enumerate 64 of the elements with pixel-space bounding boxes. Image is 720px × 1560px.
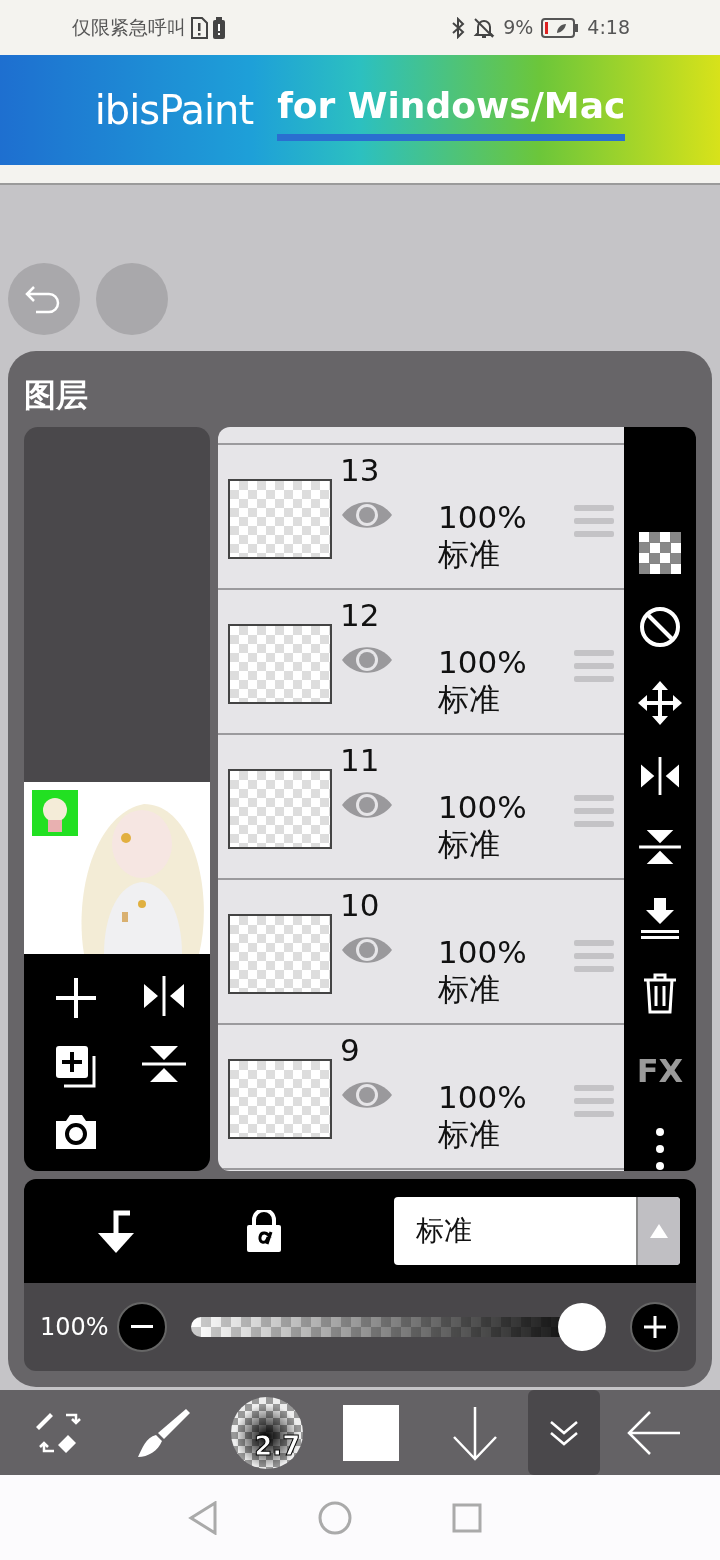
layer-opacity: 100%	[438, 499, 527, 537]
layer-row[interactable]: 10 100% 标准	[218, 880, 624, 1025]
layer-row[interactable]: 11 100% 标准	[218, 735, 624, 880]
bluetooth-icon	[451, 16, 466, 39]
layer-row[interactable]: 9 100% 标准	[218, 1025, 624, 1170]
flip-horizontal-icon[interactable]	[142, 976, 186, 1017]
fx-button[interactable]: FX	[636, 1046, 684, 1095]
battery-icon	[541, 17, 580, 38]
drag-handle-icon[interactable]	[574, 505, 614, 539]
collapse-button[interactable]	[528, 1390, 601, 1475]
drag-handle-icon[interactable]	[574, 795, 614, 829]
layer-number: 9	[340, 1035, 361, 1066]
checkerboard-icon[interactable]	[639, 532, 681, 574]
layer-opacity: 100%	[438, 1079, 527, 1117]
layer-opacity: 100%	[438, 789, 527, 827]
more-icon[interactable]	[655, 1127, 665, 1171]
trash-icon[interactable]	[642, 972, 678, 1015]
drag-handle-icon[interactable]	[574, 1085, 614, 1119]
duplicate-layer-icon[interactable]	[54, 1044, 98, 1089]
increase-button[interactable]	[630, 1302, 680, 1352]
layer-number: 10	[340, 890, 381, 921]
sim-alert-icon	[190, 16, 208, 39]
carrier-text: 仅限紧急呼叫	[72, 15, 186, 41]
dropdown-button[interactable]	[636, 1197, 680, 1265]
layer-number: 11	[340, 745, 381, 776]
flip-horizontal-icon[interactable]	[639, 757, 681, 796]
add-icon[interactable]	[54, 976, 98, 1021]
opacity-value: 100%	[40, 1312, 109, 1343]
layer-row[interactable]: 13 100% 标准	[218, 445, 624, 590]
opacity-slider[interactable]	[190, 1303, 606, 1351]
drag-handle-icon[interactable]	[574, 940, 614, 974]
back-arrow-icon	[625, 1409, 682, 1456]
slider-thumb[interactable]	[558, 1303, 606, 1351]
decrease-button[interactable]	[116, 1302, 167, 1352]
drag-handle-icon[interactable]	[574, 650, 614, 684]
layer-opacity: 100%	[438, 934, 527, 972]
layer-row[interactable]: 12 100% 标准	[218, 590, 624, 735]
layer-opacity: 100%	[438, 644, 527, 682]
blend-mode-dropdown[interactable]: 标准	[394, 1197, 680, 1265]
merge-down-icon[interactable]	[639, 897, 681, 940]
sim-alert-icon	[212, 16, 226, 39]
blend-mode-value: 标准	[415, 1213, 473, 1249]
camera-icon[interactable]	[54, 1112, 98, 1149]
bell-muted-icon	[473, 16, 496, 39]
color-swatch	[342, 1404, 399, 1461]
layer-blend-mode: 标准	[438, 971, 501, 1009]
minus-icon	[130, 1325, 153, 1329]
layer-blend-mode: 标准	[438, 826, 501, 864]
layer-blend-mode: 标准	[438, 681, 501, 719]
brand-logo-text: ibisPaint	[94, 86, 254, 135]
layer-blend-mode: 标准	[438, 1116, 501, 1154]
circle-slash-icon[interactable]	[639, 606, 681, 649]
plus-icon	[643, 1315, 667, 1339]
clock-time: 4:18	[587, 15, 630, 41]
alpha-lock-icon[interactable]	[245, 1210, 283, 1252]
caret-up-icon	[650, 1224, 668, 1238]
move-icon[interactable]	[638, 680, 682, 725]
layer-number: 12	[340, 600, 381, 631]
battery-percent: 9%	[503, 15, 534, 41]
panel-title: 图层	[24, 375, 89, 416]
flip-vertical-icon[interactable]	[639, 827, 681, 866]
flip-vertical-icon[interactable]	[142, 1044, 186, 1085]
layer-blend-mode: 标准	[438, 536, 501, 574]
layer-number: 13	[340, 455, 381, 486]
